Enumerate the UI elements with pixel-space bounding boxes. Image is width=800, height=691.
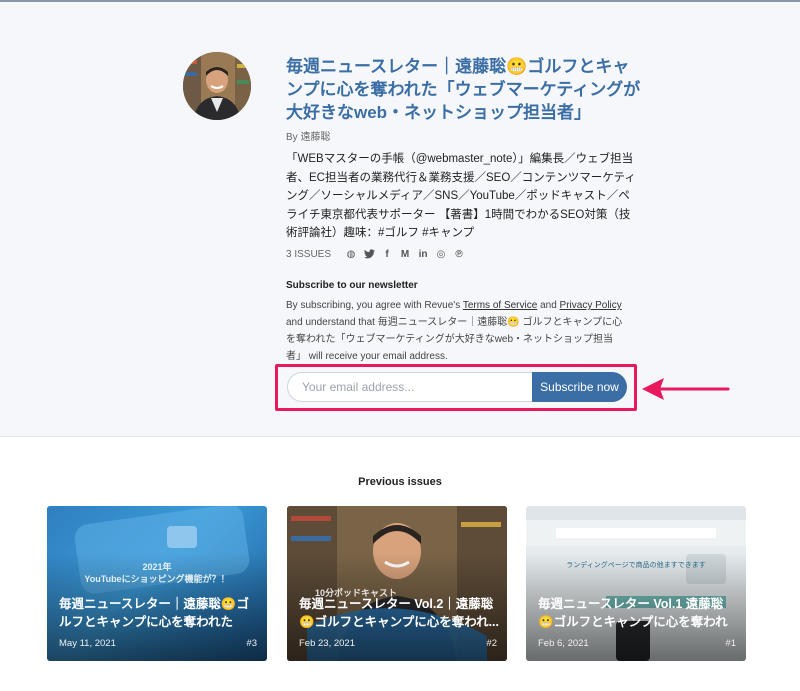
newsletter-title[interactable]: 毎週ニュースレター｜遠藤聡😬ゴルフとキャンプに心を奪われた「ウェブマーケティング…: [286, 55, 646, 124]
terms-link[interactable]: Terms of Service: [463, 300, 537, 311]
issue-card[interactable]: ランディングページで商品の他ますできます 毎週ニュースレター Vol.1 遠藤聡…: [526, 506, 746, 661]
subscribe-button[interactable]: Subscribe now: [532, 372, 627, 402]
issue-card[interactable]: 2021年 YouTubeにショッピング機能が？！ 毎週ニュースレター｜遠藤聡😬…: [47, 506, 267, 661]
issues-count: 3 ISSUES: [286, 248, 332, 260]
card-title[interactable]: 毎週ニュースレター Vol.1 遠藤聡😬ゴルフとキャンプに心を奪われた...: [538, 595, 738, 631]
issue-card[interactable]: 10分ポッドキャスト 毎週ニュースレター Vol.2｜遠藤聡😬ゴルフとキャンプに…: [287, 506, 507, 661]
thumbnail-text: YouTubeにショッピング機能が？！: [84, 574, 230, 584]
email-input[interactable]: [287, 372, 532, 402]
card-date: May 11, 2021: [59, 638, 116, 649]
instagram-icon[interactable]: ◎: [433, 247, 449, 261]
previous-issues-heading: Previous issues: [358, 476, 442, 488]
linkedin-icon[interactable]: in: [415, 247, 431, 261]
privacy-link[interactable]: Privacy Policy: [560, 300, 622, 311]
author-byline: By 遠藤聡: [286, 132, 331, 143]
newsletter-description: 「WEBマスターの手帳（@webmaster_note）」編集長／ウェブ担当者、…: [286, 153, 636, 239]
card-date: Feb 23, 2021: [299, 638, 355, 649]
card-title[interactable]: 毎週ニュースレター Vol.2｜遠藤聡😬ゴルフとキャンプに心を奪われ...: [299, 595, 499, 631]
disclaimer-text-2: and understand that 毎週ニュースレター｜遠藤聡😬 ゴルフとキ…: [286, 317, 623, 362]
card-number: #1: [725, 638, 736, 649]
avatar: [183, 52, 251, 120]
subscribe-heading: Subscribe to our newsletter: [286, 280, 418, 291]
thumbnail-text: ランディングページで商品の他ますできます: [566, 562, 706, 569]
twitter-icon[interactable]: [361, 247, 377, 261]
card-date: Feb 6, 2021: [538, 638, 589, 649]
card-title[interactable]: 毎週ニュースレター｜遠藤聡😬ゴルフとキャンプに心を奪われた「ウ...: [59, 595, 259, 631]
globe-icon[interactable]: ◍: [343, 247, 359, 261]
card-number: #3: [246, 638, 257, 649]
medium-icon[interactable]: M: [397, 247, 413, 261]
meta-row: 3 ISSUES ◍ f M in ◎ ℗: [286, 246, 469, 262]
pointer-arrow-icon: [642, 378, 730, 400]
disclaimer-text: By subscribing, you agree with Revue's: [286, 300, 463, 311]
card-number: #2: [486, 638, 497, 649]
facebook-icon[interactable]: f: [379, 247, 395, 261]
pinterest-icon[interactable]: ℗: [451, 247, 467, 261]
disclaimer-and: and: [537, 300, 560, 311]
subscribe-disclaimer: By subscribing, you agree with Revue's T…: [286, 297, 628, 365]
